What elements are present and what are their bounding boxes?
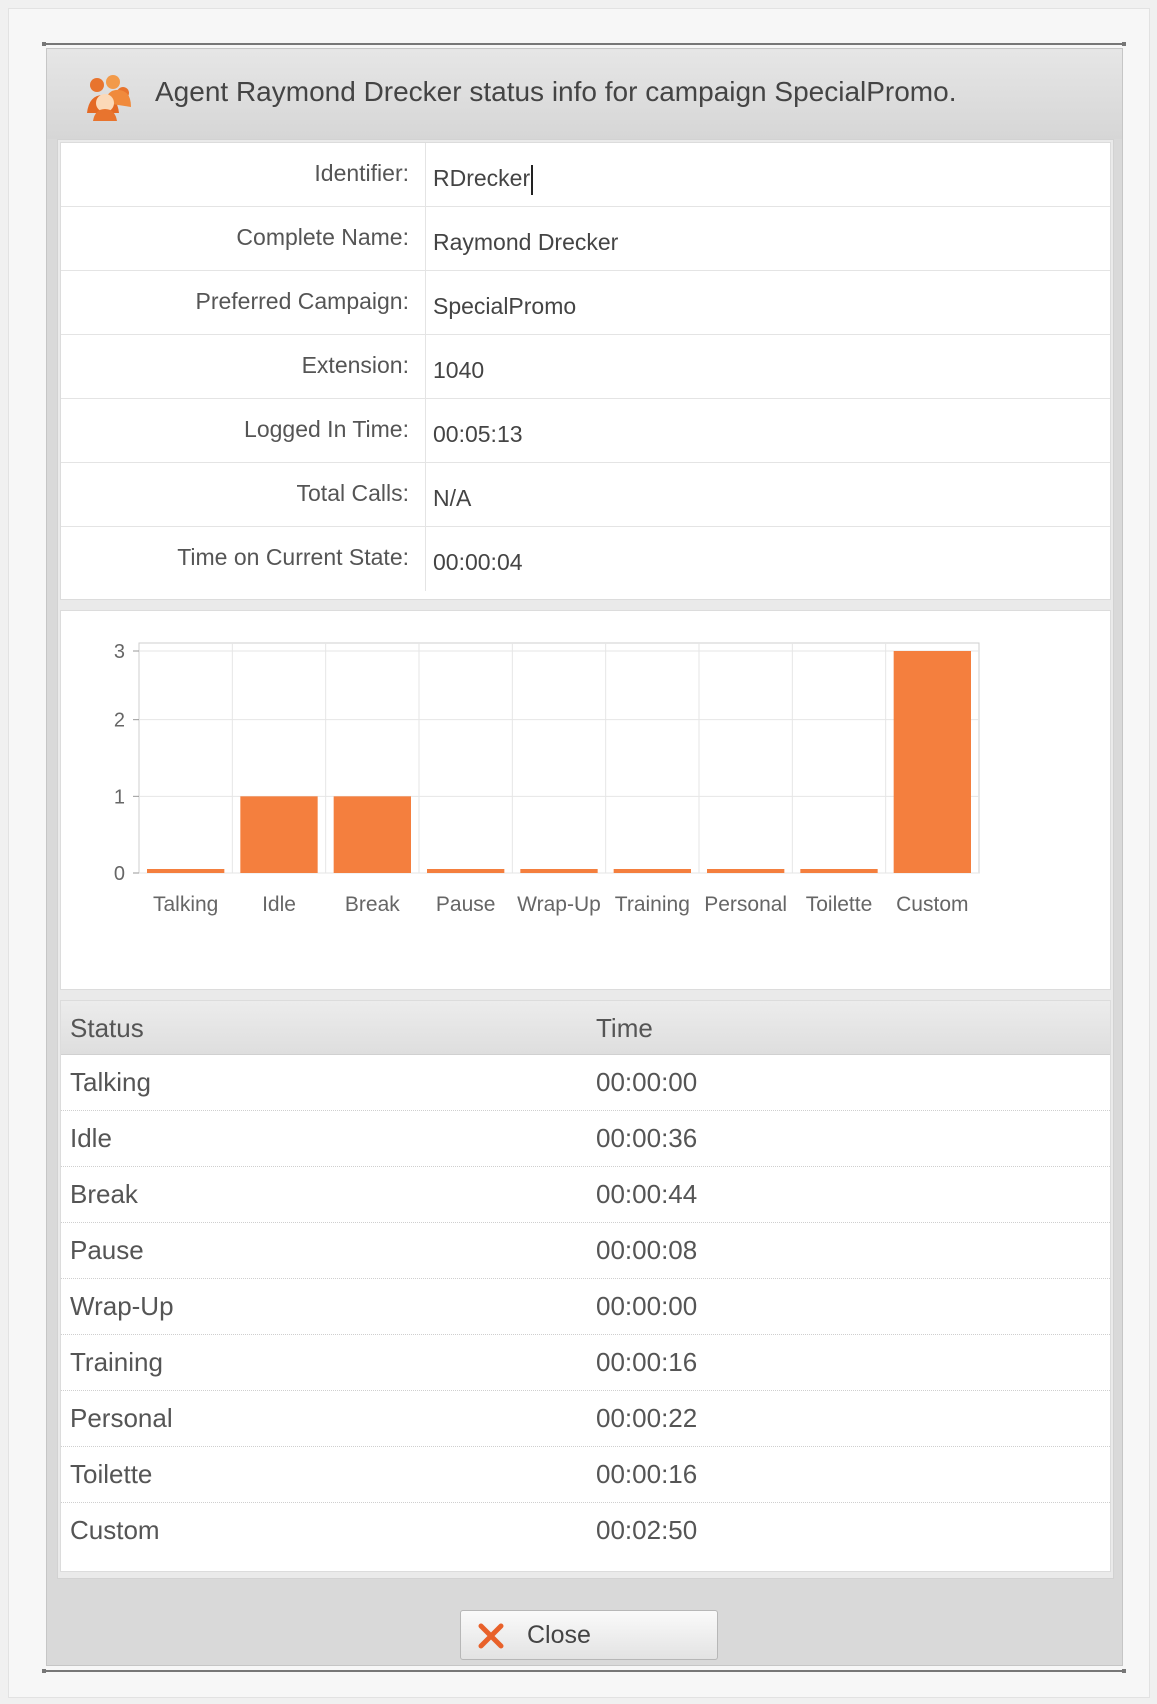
- text-caret: [531, 164, 534, 195]
- info-value: N/A: [433, 463, 471, 526]
- y-tick-label: 2: [114, 710, 125, 732]
- info-value: Raymond Drecker: [433, 207, 618, 270]
- chart-bar: [240, 796, 318, 873]
- info-label: Total Calls:: [61, 463, 426, 526]
- status-column-header[interactable]: Status: [70, 1013, 144, 1044]
- close-button[interactable]: Close: [460, 1610, 718, 1660]
- chart-bar: [800, 869, 878, 873]
- x-tick-label: Custom: [896, 893, 968, 916]
- status-cell: Talking: [70, 1067, 151, 1097]
- status-chart-panel: 0 1 2 3 Talking Idle Break Pause Wrap-Up Training…: [60, 610, 1111, 990]
- info-row: Total Calls: N/A: [61, 463, 1110, 527]
- info-value: 1040: [433, 335, 484, 398]
- chart-bar: [707, 869, 785, 873]
- table-row[interactable]: Talking 00:00:00: [61, 1055, 1110, 1111]
- info-row: Time on Current State: 00:00:04: [61, 527, 1110, 591]
- table-row[interactable]: Toilette 00:00:16: [61, 1447, 1110, 1503]
- dialog-header: Agent Raymond Drecker status info for ca…: [47, 49, 1122, 139]
- time-cell: 00:00:08: [596, 1235, 698, 1265]
- dialog-content: Identifier: RDrecker Complete Name: Raymond…: [57, 139, 1114, 1579]
- agent-info-table: Identifier: RDrecker Complete Name: Raymond…: [60, 142, 1111, 600]
- info-value: 00:00:04: [433, 527, 523, 591]
- info-row: Extension: 1040: [61, 335, 1110, 399]
- x-tick-label: Toilette: [806, 893, 873, 916]
- time-cell: 00:00:00: [596, 1291, 698, 1321]
- info-label: Logged In Time:: [61, 399, 426, 462]
- identifier-field[interactable]: RDrecker: [433, 143, 534, 206]
- x-tick-label: Break: [345, 893, 400, 916]
- status-cell: Toilette: [70, 1459, 153, 1489]
- status-time-table: Status Time Talking 00:00:00 Idle 00:00:36 B…: [60, 1000, 1111, 1572]
- y-tick-label: 1: [114, 786, 125, 808]
- info-value-text: SpecialPromo: [433, 293, 577, 319]
- chart-bar: [893, 651, 971, 873]
- x-tick-label: Training: [615, 893, 690, 916]
- table-row[interactable]: Wrap-Up 00:00:00: [61, 1279, 1110, 1335]
- table-row[interactable]: Pause 00:00:08: [61, 1223, 1110, 1279]
- table-row[interactable]: Personal 00:00:22: [61, 1391, 1110, 1447]
- status-table-body: Talking 00:00:00 Idle 00:00:36 Break 00:00:44…: [61, 1055, 1110, 1559]
- info-label: Time on Current State:: [61, 527, 426, 591]
- info-row: Identifier: RDrecker: [61, 143, 1110, 207]
- info-row: Logged In Time: 00:05:13: [61, 399, 1110, 463]
- table-row[interactable]: Idle 00:00:36: [61, 1111, 1110, 1167]
- info-value-text: 00:05:13: [433, 421, 523, 447]
- agent-status-dialog: Agent Raymond Drecker status info for ca…: [46, 48, 1123, 1666]
- time-cell: 00:00:16: [596, 1347, 698, 1377]
- table-row[interactable]: Training 00:00:16: [61, 1335, 1110, 1391]
- status-cell: Personal: [70, 1403, 173, 1433]
- info-label: Identifier:: [61, 143, 426, 206]
- dialog-footer: Close: [47, 1587, 1122, 1667]
- x-tick-label: Idle: [262, 893, 296, 916]
- time-cell: 00:00:44: [596, 1179, 698, 1209]
- time-column-header[interactable]: Time: [596, 1013, 653, 1044]
- info-value-text: Raymond Drecker: [433, 229, 619, 255]
- chart-bar: [147, 869, 225, 873]
- info-label: Preferred Campaign:: [61, 271, 426, 334]
- status-cell: Training: [70, 1347, 163, 1377]
- chart-bar: [520, 869, 598, 873]
- x-tick-label: Pause: [436, 893, 496, 916]
- dialog-title: Agent Raymond Drecker status info for ca…: [155, 76, 957, 107]
- info-value-text: RDrecker: [433, 165, 531, 191]
- info-value-text: 1040: [433, 357, 485, 383]
- bottom-divider: [42, 1669, 1126, 1673]
- chart-bar: [333, 796, 411, 873]
- info-value-text: N/A: [433, 485, 472, 511]
- info-value: 00:05:13: [433, 399, 523, 462]
- time-cell: 00:00:00: [596, 1067, 698, 1097]
- time-cell: 00:00:22: [596, 1403, 698, 1433]
- status-cell: Idle: [70, 1123, 112, 1153]
- info-value: SpecialPromo: [433, 271, 576, 334]
- chart-bar: [613, 869, 691, 873]
- time-cell: 00:02:50: [596, 1515, 698, 1545]
- time-cell: 00:00:36: [596, 1123, 698, 1153]
- status-table-header: Status Time: [61, 1001, 1110, 1055]
- status-cell: Wrap-Up: [70, 1291, 174, 1321]
- x-tick-label: Wrap-Up: [517, 893, 601, 916]
- table-row[interactable]: Break 00:00:44: [61, 1167, 1110, 1223]
- info-row: Complete Name: Raymond Drecker: [61, 207, 1110, 271]
- status-cell: Pause: [70, 1235, 144, 1265]
- top-divider: [42, 42, 1126, 46]
- status-bar-chart: 0 1 2 3 Talking Idle Break Pause Wrap-Up Training…: [114, 641, 980, 916]
- info-label: Complete Name:: [61, 207, 426, 270]
- info-value-text: 00:00:04: [433, 549, 523, 575]
- time-cell: 00:00:16: [596, 1459, 698, 1489]
- table-row[interactable]: Custom 00:02:50: [61, 1503, 1110, 1559]
- close-button-label: Close: [527, 1621, 591, 1649]
- x-tick-label: Personal: [704, 893, 787, 916]
- info-row: Preferred Campaign: SpecialPromo: [61, 271, 1110, 335]
- y-tick-label: 0: [114, 863, 125, 885]
- chart-bar: [427, 869, 505, 873]
- status-cell: Break: [70, 1179, 138, 1209]
- close-icon: [478, 1623, 504, 1649]
- status-cell: Custom: [70, 1515, 160, 1545]
- agents-group-icon: [87, 75, 131, 121]
- y-tick-label: 3: [114, 641, 125, 663]
- x-tick-label: Talking: [153, 893, 218, 916]
- info-label: Extension:: [61, 335, 426, 398]
